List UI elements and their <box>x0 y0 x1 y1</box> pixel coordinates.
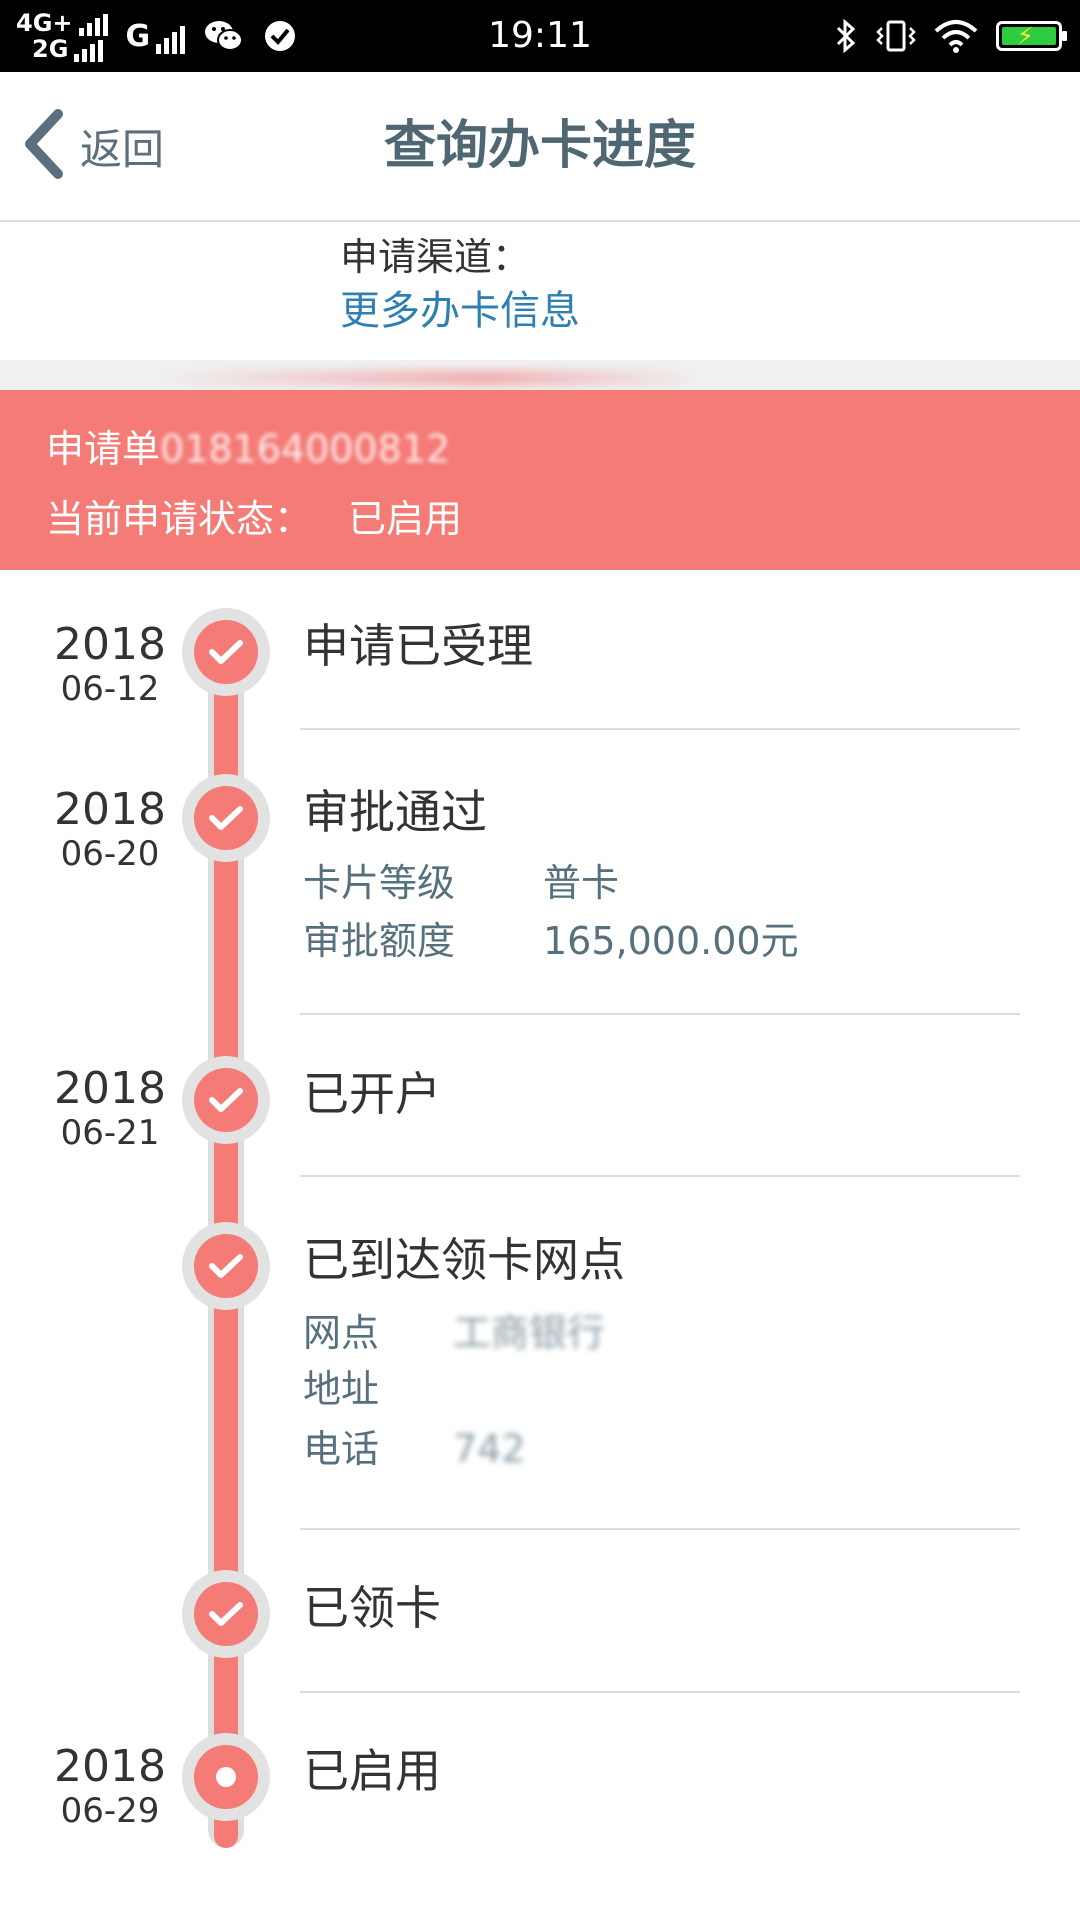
status-value: 已启用 <box>348 497 463 541</box>
detail-row: 审批额度 165,000.00元 <box>303 910 799 965</box>
detail-value: 工商银行 <box>453 1311 606 1355</box>
step-title: 已到达领卡网点 <box>303 1233 625 1287</box>
detail-row: 网点 工商银行 <box>303 1302 605 1357</box>
step-year: 2018 <box>54 784 166 835</box>
detail-key: 电话 <box>303 1427 380 1471</box>
divider <box>300 728 1020 730</box>
detail-key: 卡片等级 <box>303 861 456 905</box>
step-node <box>182 1570 270 1658</box>
step-title: 审批通过 <box>303 785 487 839</box>
application-info: 申请渠道： 更多办卡信息 <box>0 222 1080 360</box>
step-day: 06-21 <box>60 1113 160 1153</box>
order-number: 018164000812 <box>160 427 451 471</box>
status-label: 当前申请状态： <box>46 497 313 541</box>
check-icon <box>194 786 258 850</box>
detail-row: 地址 <box>303 1358 453 1413</box>
divider <box>300 1175 1020 1177</box>
step-date: 2018 06-29 <box>50 1741 170 1831</box>
page-title: 查询办卡进度 <box>383 116 696 176</box>
status-bar: 4G+ 2G G 19:11 ⚡ <box>0 0 1080 72</box>
step-day: 06-12 <box>60 669 160 709</box>
current-dot-icon <box>194 1745 258 1809</box>
step-date: 2018 06-21 <box>50 1063 170 1153</box>
check-icon <box>194 1582 258 1646</box>
step-year: 2018 <box>54 1063 166 1114</box>
progress-timeline: 2018 06-12 申请已受理 2018 06-20 审批通过 卡片等级 普卡 … <box>0 570 1080 1920</box>
step-day: 06-29 <box>60 1791 160 1831</box>
status-bar-right: ⚡ <box>834 10 1067 62</box>
step-node <box>182 774 270 862</box>
step-title: 申请已受理 <box>303 619 533 673</box>
step-year: 2018 <box>54 1741 166 1792</box>
detail-row: 卡片等级 普卡 <box>303 852 619 907</box>
divider <box>300 1691 1020 1693</box>
step-node <box>182 1056 270 1144</box>
order-number-row: 申请单018164000812 <box>46 418 450 473</box>
step-node <box>182 1222 270 1310</box>
check-icon <box>194 1234 258 1298</box>
detail-value: 普卡 <box>543 861 620 905</box>
step-title: 已开户 <box>303 1067 441 1121</box>
divider <box>300 1528 1020 1530</box>
detail-key: 地址 <box>303 1367 380 1411</box>
current-status-row: 当前申请状态： 已启用 <box>46 488 462 543</box>
section-gap <box>0 360 1080 390</box>
detail-value: 742 <box>453 1427 526 1471</box>
check-icon <box>194 620 258 684</box>
detail-key: 网点 <box>303 1311 380 1355</box>
step-date: 2018 06-20 <box>50 784 170 874</box>
channel-label: 申请渠道： <box>340 235 531 279</box>
vibrate-icon <box>876 18 916 54</box>
detail-value: 165,000.00元 <box>543 919 799 963</box>
detail-key: 审批额度 <box>303 919 456 963</box>
step-node <box>182 608 270 696</box>
order-label: 申请单 <box>46 427 161 471</box>
step-date: 2018 06-12 <box>50 619 170 709</box>
step-title: 已启用 <box>303 1744 441 1798</box>
step-day: 06-20 <box>60 834 160 874</box>
step-title: 已领卡 <box>303 1581 441 1635</box>
divider <box>300 1013 1020 1015</box>
more-card-info-link[interactable]: 更多办卡信息 <box>340 278 580 336</box>
step-year: 2018 <box>54 619 166 670</box>
battery-charging-icon: ⚡ <box>996 21 1067 51</box>
check-icon <box>194 1068 258 1132</box>
step-node-current <box>182 1733 270 1821</box>
status-banner: 申请单018164000812 当前申请状态： 已启用 <box>0 390 1080 570</box>
wifi-icon <box>934 19 978 53</box>
bluetooth-icon <box>834 18 858 54</box>
nav-header: 返回 查询办卡进度 <box>0 72 1080 222</box>
detail-row: 电话 742 <box>303 1418 526 1473</box>
